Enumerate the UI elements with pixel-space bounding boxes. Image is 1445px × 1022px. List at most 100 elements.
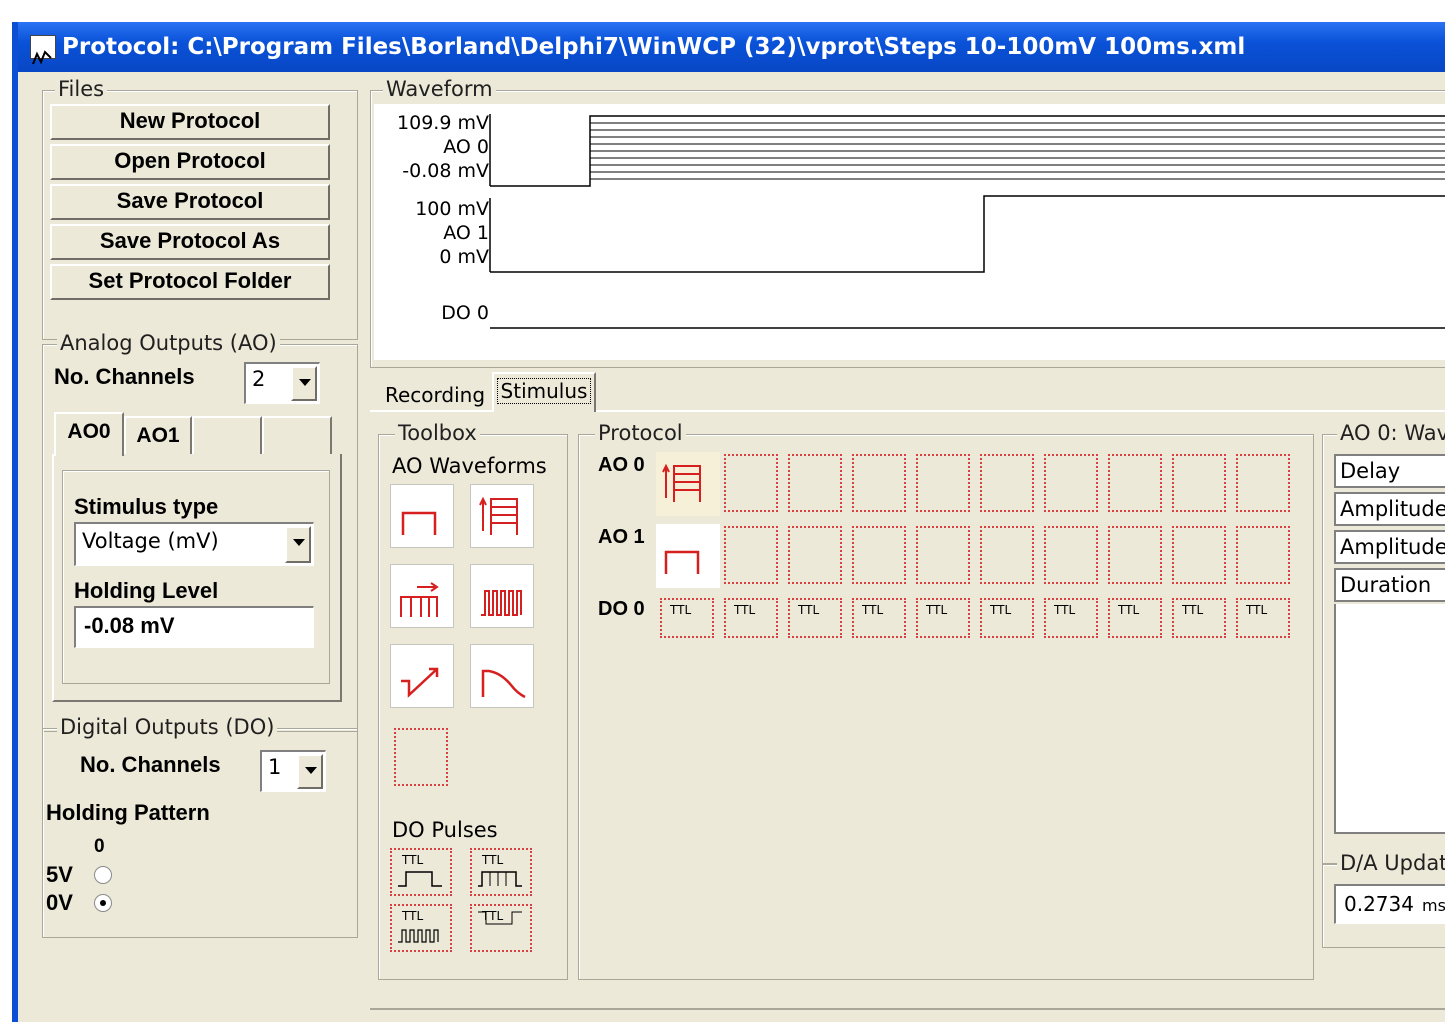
do-5v-radio[interactable] xyxy=(94,866,112,884)
ao-no-channels-label: No. Channels xyxy=(54,364,195,389)
protocol-cell-ao1-10[interactable] xyxy=(1236,526,1290,584)
do-column-label: 0 xyxy=(94,836,105,857)
files-group-title: Files xyxy=(55,77,108,101)
protocol-cell-do0-4[interactable]: TTL xyxy=(852,598,906,638)
protocol-cell-do0-5[interactable]: TTL xyxy=(916,598,970,638)
do-no-channels-label: No. Channels xyxy=(80,752,221,777)
do-pulses-label: DO Pulses xyxy=(392,818,498,842)
ao0-max-label: 109.9 mV xyxy=(397,112,489,134)
ttl-pulse-train-icon[interactable]: TTL xyxy=(470,848,532,896)
ttl-empty-icon: TTL xyxy=(1181,603,1203,617)
protocol-cell-do0-9[interactable]: TTL xyxy=(1172,598,1226,638)
protocol-cell-do0-8[interactable]: TTL xyxy=(1108,598,1162,638)
protocol-cell-ao1-5[interactable] xyxy=(916,526,970,584)
property-list-area xyxy=(1334,604,1445,834)
protocol-cell-do0-10[interactable]: TTL xyxy=(1236,598,1290,638)
stimulus-type-select[interactable]: Voltage (mV) xyxy=(74,522,314,566)
step-series-icon[interactable] xyxy=(470,484,534,548)
protocol-cell-do0-1[interactable]: TTL xyxy=(660,598,714,638)
protocol-cell-ao1-1[interactable] xyxy=(656,524,720,588)
protocol-cell-do0-6[interactable]: TTL xyxy=(980,598,1034,638)
waveform-group-title: Waveform xyxy=(383,77,496,101)
pulse-icon xyxy=(664,550,700,574)
empty-waveform-icon[interactable] xyxy=(390,724,454,788)
svg-text:TTL: TTL xyxy=(1245,603,1267,617)
protocol-cell-ao1-7[interactable] xyxy=(1044,526,1098,584)
protocol-cell-ao1-8[interactable] xyxy=(1108,526,1162,584)
protocol-cell-ao0-1[interactable] xyxy=(656,452,720,516)
digital-outputs-group-title: Digital Outputs (DO) xyxy=(57,715,278,739)
tab-ao2[interactable] xyxy=(192,416,262,454)
app-icon xyxy=(30,35,56,65)
protocol-cell-ao0-2[interactable] xyxy=(724,454,778,512)
pulse-series-icon[interactable] xyxy=(470,564,534,628)
protocol-cell-ao0-6[interactable] xyxy=(980,454,1034,512)
window-title: Protocol: C:\Program Files\Borland\Delph… xyxy=(62,34,1246,60)
chevron-down-icon[interactable] xyxy=(297,754,323,789)
save-protocol-as-button[interactable]: Save Protocol As xyxy=(50,224,330,260)
tab-recording-label: Recording xyxy=(384,383,486,407)
property-duration[interactable]: Duration xyxy=(1334,568,1445,602)
svg-text:TTL: TTL xyxy=(401,853,423,867)
ttl-empty-icon[interactable]: TTL xyxy=(470,904,532,952)
tab-stimulus[interactable]: Stimulus xyxy=(492,372,596,412)
radio-dot xyxy=(100,900,106,906)
property-delay[interactable]: Delay xyxy=(1334,454,1445,488)
protocol-cell-do0-2[interactable]: TTL xyxy=(724,598,778,638)
epsc-icon[interactable] xyxy=(470,644,534,708)
open-protocol-button[interactable]: Open Protocol xyxy=(50,144,330,180)
protocol-cell-ao0-9[interactable] xyxy=(1172,454,1226,512)
protocol-cell-ao0-5[interactable] xyxy=(916,454,970,512)
do0-name-label: DO 0 xyxy=(441,302,489,324)
chevron-down-icon[interactable] xyxy=(285,526,311,563)
ao-waveforms-label: AO Waveforms xyxy=(392,454,547,478)
title-bar[interactable]: Protocol: C:\Program Files\Borland\Delph… xyxy=(18,22,1445,72)
svg-text:TTL: TTL xyxy=(861,603,883,617)
tab-ao3[interactable] xyxy=(262,416,332,454)
protocol-cell-ao1-2[interactable] xyxy=(724,526,778,584)
chevron-down-icon[interactable] xyxy=(291,366,317,401)
protocol-cell-ao0-10[interactable] xyxy=(1236,454,1290,512)
ao0-min-label: -0.08 mV xyxy=(402,160,489,182)
protocol-cell-ao1-4[interactable] xyxy=(852,526,906,584)
pulse-train-icon[interactable] xyxy=(390,564,454,628)
protocol-cell-ao1-3[interactable] xyxy=(788,526,842,584)
protocol-cell-do0-7[interactable]: TTL xyxy=(1044,598,1098,638)
protocol-cell-ao0-4[interactable] xyxy=(852,454,906,512)
tab-recording[interactable]: Recording xyxy=(376,378,494,412)
set-protocol-folder-button[interactable]: Set Protocol Folder xyxy=(50,264,330,300)
protocol-cell-ao1-6[interactable] xyxy=(980,526,1034,584)
do-0v-radio[interactable] xyxy=(94,894,112,912)
property-amplitude[interactable]: Amplitude xyxy=(1334,492,1445,526)
save-protocol-button[interactable]: Save Protocol xyxy=(50,184,330,220)
tab-ao0[interactable]: AO0 xyxy=(54,412,124,456)
svg-text:TTL: TTL xyxy=(481,909,503,923)
property-amplitude-increment[interactable]: Amplitude xyxy=(1334,530,1445,564)
protocol-row-label-do0: DO 0 xyxy=(598,598,645,620)
ao-no-channels-select[interactable]: 2 xyxy=(244,362,320,404)
protocol-cell-do0-3[interactable]: TTL xyxy=(788,598,842,638)
pulse-icon[interactable] xyxy=(390,484,454,548)
protocol-cell-ao0-7[interactable] xyxy=(1044,454,1098,512)
protocol-cell-ao0-8[interactable] xyxy=(1108,454,1162,512)
ttl-pulse-icon[interactable]: TTL xyxy=(390,848,452,896)
svg-text:TTL: TTL xyxy=(1117,603,1139,617)
svg-text:TTL: TTL xyxy=(1053,603,1075,617)
ramp-icon[interactable] xyxy=(390,644,454,708)
protocol-row-label-ao1: AO 1 xyxy=(598,526,645,548)
protocol-cell-ao0-3[interactable] xyxy=(788,454,842,512)
do-no-channels-select[interactable]: 1 xyxy=(260,750,326,792)
da-update-input[interactable]: 0.2734 ms xyxy=(1334,884,1445,924)
protocol-row-label-ao0: AO 0 xyxy=(598,454,645,476)
waveform-display: 109.9 mV AO 0 -0.08 mV 100 mV AO 1 0 mV … xyxy=(374,104,1445,360)
analog-outputs-group-title: Analog Outputs (AO) xyxy=(57,331,280,355)
holding-pattern-label: Holding Pattern xyxy=(46,800,210,825)
protocol-cell-ao1-9[interactable] xyxy=(1172,526,1226,584)
ttl-series-icon[interactable]: TTL xyxy=(390,904,452,952)
svg-text:TTL: TTL xyxy=(925,603,947,617)
svg-text:TTL: TTL xyxy=(797,603,819,617)
toolbox-group-title: Toolbox xyxy=(395,421,480,445)
tab-ao1[interactable]: AO1 xyxy=(124,416,192,454)
holding-level-input[interactable]: -0.08 mV xyxy=(74,606,314,648)
new-protocol-button[interactable]: New Protocol xyxy=(50,104,330,140)
